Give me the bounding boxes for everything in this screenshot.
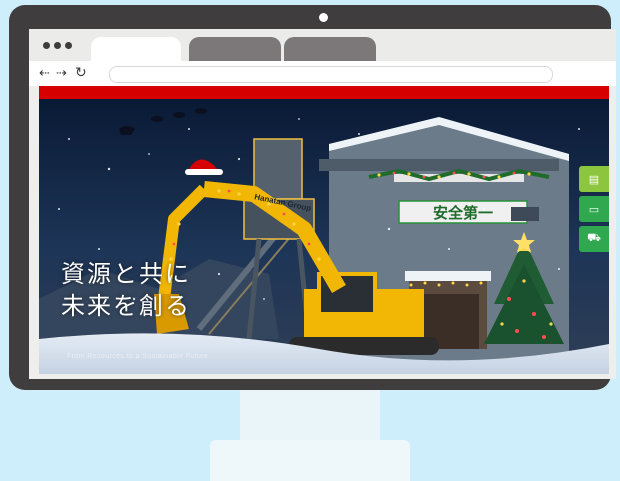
reload-icon[interactable]: ↻	[75, 64, 87, 80]
browser-tab-2[interactable]	[189, 37, 281, 61]
site-header-bar	[39, 86, 609, 99]
hero-image: 安全第一 Hanatan Group	[39, 99, 609, 374]
building-icon: ▤	[588, 173, 600, 186]
hero-headline-line1: 資源と共に	[61, 260, 191, 288]
forward-arrow-icon[interactable]: ⇢	[56, 65, 67, 81]
truck-icon: ⛟	[587, 232, 601, 244]
window-dot-icon[interactable]	[54, 42, 61, 49]
window-controls[interactable]	[43, 42, 72, 49]
browser-tab-3[interactable]	[284, 37, 376, 61]
url-input[interactable]	[109, 66, 553, 83]
monitor-stand-base	[210, 440, 410, 481]
hero-subline: From Resources to a Sustainable Future	[67, 353, 209, 360]
web-page-viewport: 安全第一 Hanatan Group ▤ ▭ ⛟ 資源と共に 未来を創る Fro…	[39, 86, 609, 374]
hero-headline-line2: 未来を創る	[61, 292, 191, 320]
browser-window: ⇠ ⇢ ↻ 安全第一 Hanatan Group ▤ ▭ ⛟ 資源と共に 未来を…	[29, 29, 616, 379]
monitor-frame: ⇠ ⇢ ↻ 安全第一 Hanatan Group ▤ ▭ ⛟ 資源と共に 未来を…	[9, 5, 616, 390]
side-nav-truck-button[interactable]: ⛟	[579, 226, 609, 252]
side-nav-monitor-button[interactable]: ▭	[579, 196, 609, 222]
camera-dot	[319, 13, 328, 22]
browser-tab-active[interactable]	[91, 37, 181, 61]
window-dot-icon[interactable]	[65, 42, 72, 49]
tab-bar	[29, 29, 616, 61]
safety-sign-text: 安全第一	[433, 204, 493, 222]
address-bar: ⇠ ⇢ ↻	[29, 61, 616, 86]
side-nav-building-button[interactable]: ▤	[579, 166, 609, 192]
monitor-stand-neck	[240, 388, 380, 448]
monitor-icon: ▭	[588, 203, 600, 216]
window-dot-icon[interactable]	[43, 42, 50, 49]
back-arrow-icon[interactable]: ⇠	[39, 65, 50, 81]
